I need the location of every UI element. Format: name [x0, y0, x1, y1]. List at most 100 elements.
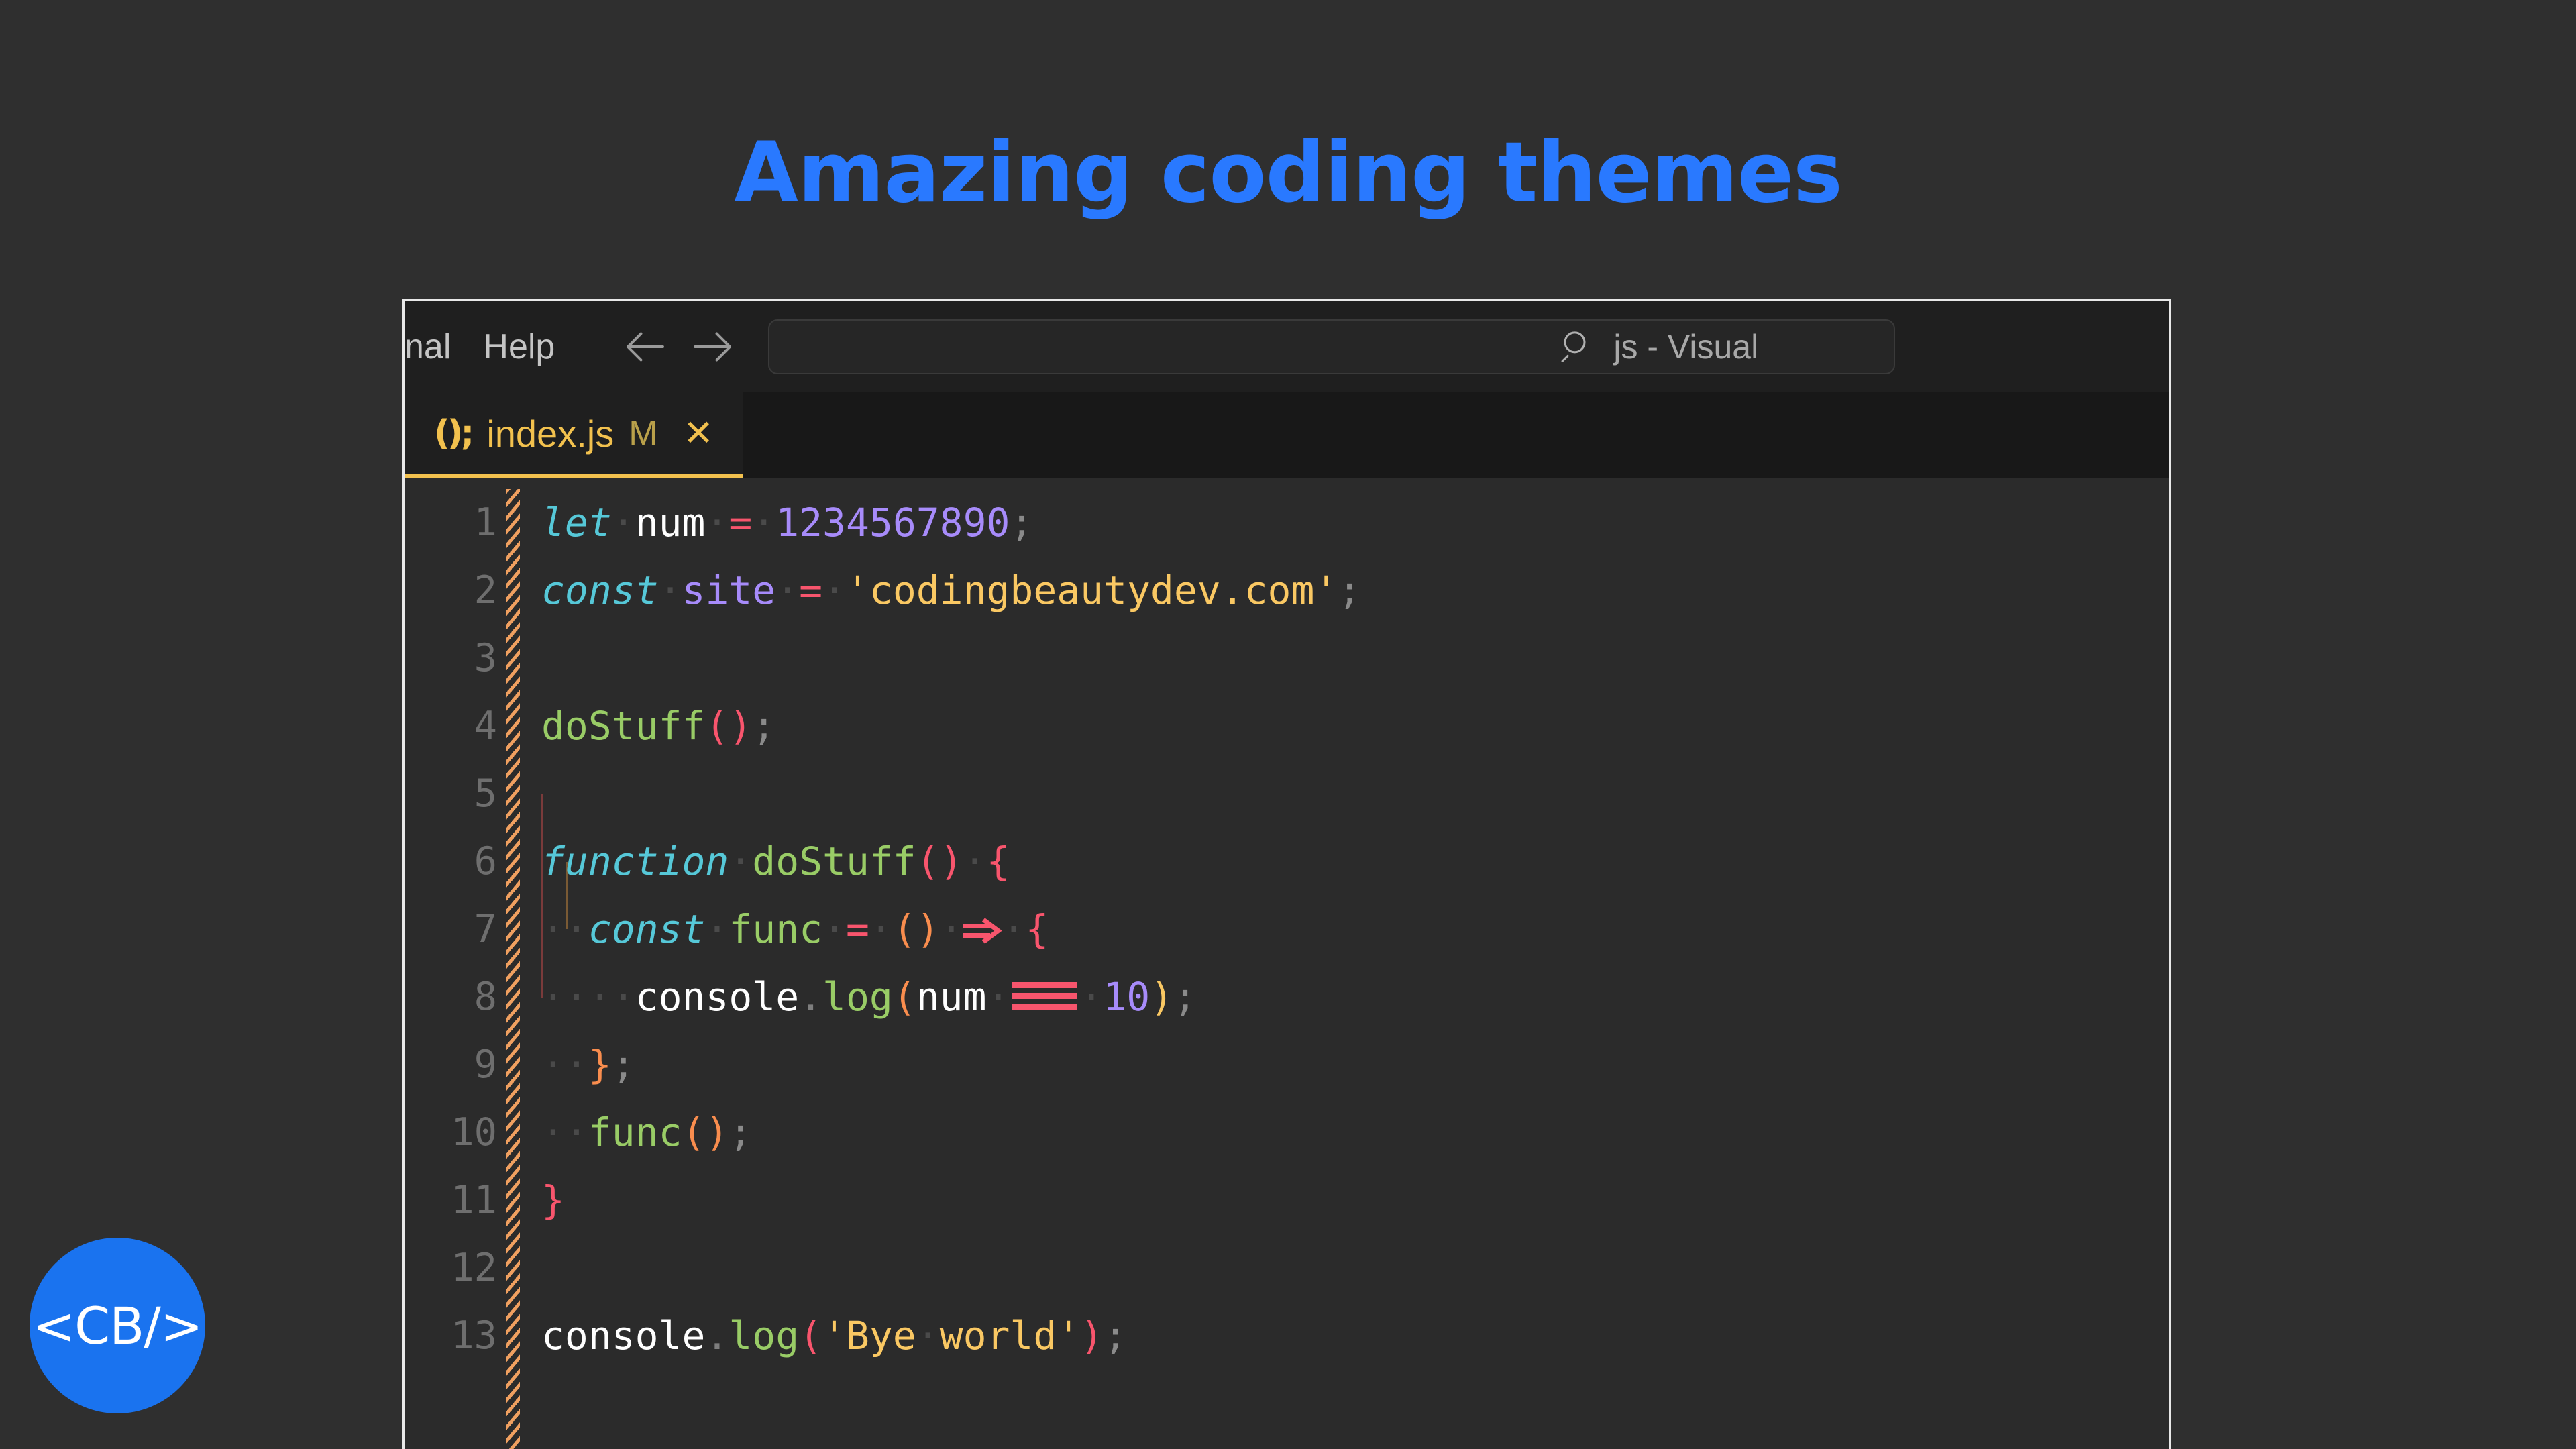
token-operator: =: [845, 906, 869, 952]
token-variable: num: [916, 974, 987, 1020]
token-semicolon: ;: [1010, 500, 1034, 545]
tab-modified-badge: M: [629, 414, 658, 453]
code-line: let·num·=·1234567890;: [541, 489, 2169, 557]
whitespace-dot: ·: [705, 500, 729, 545]
token-keyword: const: [541, 568, 659, 613]
menubar: nal Help: [405, 301, 571, 392]
whitespace-dot: ·: [775, 568, 800, 613]
token-paren-close: ): [916, 906, 940, 952]
command-center-text: js - Visual: [1613, 328, 1759, 366]
whitespace-dot: ·: [541, 1110, 565, 1155]
line-number: 13: [451, 1313, 497, 1358]
vscode-titlebar: nal Help js - Visual: [405, 301, 2169, 392]
token-keyword: function: [541, 839, 729, 884]
line-number: 4: [474, 704, 497, 748]
token-paren-open: (: [916, 839, 940, 884]
line-number: 1: [474, 500, 497, 545]
whitespace-dot: ·: [564, 906, 588, 952]
token-semicolon: ;: [1173, 974, 1197, 1020]
editor-tabstrip: (); index.js M ✕: [405, 392, 2169, 478]
whitespace-dot: ·: [564, 974, 588, 1020]
whitespace-dot: ·: [822, 568, 846, 613]
whitespace-dot: ·: [564, 1042, 588, 1087]
code-editor[interactable]: 1 2 3 4 5 6 7 8 9 10 11 12 13 let·num·=·…: [405, 478, 2169, 1449]
token-string: 'codingbeautydev.com': [845, 568, 1338, 613]
code-line: ··};: [541, 1031, 2169, 1099]
line-number: 7: [474, 907, 497, 951]
command-center[interactable]: js - Visual: [768, 319, 1896, 374]
whitespace-dot: ·: [611, 500, 635, 545]
whitespace-dot: ·: [611, 974, 635, 1020]
token-keyword: const: [588, 906, 706, 952]
line-number: 11: [451, 1178, 497, 1222]
token-paren-close: ): [1150, 974, 1174, 1020]
strict-equality-ligature: [1010, 981, 1079, 1012]
token-paren-open: (: [799, 1313, 823, 1358]
whitespace-dot: ·: [939, 906, 963, 952]
whitespace-dot: ·: [588, 974, 612, 1020]
token-paren-open: (: [892, 906, 916, 952]
tab-index-js[interactable]: (); index.js M ✕: [405, 392, 743, 478]
token-brace-open: {: [986, 839, 1010, 884]
token-brace-close: }: [541, 1177, 565, 1223]
token-paren-close: ): [939, 839, 963, 884]
navigation-arrows: [619, 321, 739, 373]
token-paren-open: (: [705, 703, 729, 749]
token-function: func: [588, 1110, 682, 1155]
page-title: Amazing coding themes: [734, 125, 1843, 221]
code-line: ··func();: [541, 1099, 2169, 1167]
line-number: 3: [474, 636, 497, 680]
token-semicolon: ;: [611, 1042, 635, 1087]
token-number: 10: [1103, 974, 1150, 1020]
arrow-left-icon[interactable]: [619, 321, 672, 373]
coding-beauty-logo: <CB/>: [30, 1238, 205, 1413]
whitespace-dot: ·: [869, 906, 893, 952]
token-brace-close: }: [588, 1042, 612, 1087]
whitespace-dot: ·: [729, 839, 753, 884]
code-line: }: [541, 1167, 2169, 1234]
line-number-gutter: 1 2 3 4 5 6 7 8 9 10 11 12 13: [405, 478, 506, 1449]
token-function: doStuff: [541, 703, 706, 749]
line-number: 12: [451, 1246, 497, 1290]
token-semicolon: ;: [1104, 1313, 1128, 1358]
js-file-icon: ();: [434, 413, 474, 453]
search-icon: [1558, 327, 1596, 368]
line-number: 5: [474, 771, 497, 816]
token-object: console: [635, 974, 800, 1020]
line-number: 9: [474, 1042, 497, 1087]
whitespace-dot: ·: [541, 906, 565, 952]
token-paren-close: ): [705, 1110, 729, 1155]
screenshot-root: Amazing coding themes <CB/> nal Help js …: [0, 0, 2576, 1449]
token-dot: .: [799, 974, 823, 1020]
fat-arrow-ligature: [963, 913, 1002, 949]
whitespace-dot: ·: [658, 568, 682, 613]
code-line: console.log('Bye·world');: [541, 1302, 2169, 1370]
command-center-content: js - Visual: [1558, 327, 1758, 368]
whitespace-dot: ·: [822, 906, 846, 952]
whitespace-dot: ·: [541, 974, 565, 1020]
menu-item-help[interactable]: Help: [467, 327, 571, 367]
token-semicolon: ;: [752, 703, 776, 749]
menu-item-terminal[interactable]: nal: [405, 327, 467, 367]
whitespace-dot: ·: [1002, 906, 1026, 952]
token-function: func: [729, 906, 823, 952]
token-object: console: [541, 1313, 706, 1358]
token-paren-open: (: [682, 1110, 706, 1155]
token-brace-open: {: [1025, 906, 1049, 952]
line-number: 6: [474, 839, 497, 883]
close-icon[interactable]: ✕: [684, 415, 714, 451]
token-paren-close: ): [729, 703, 753, 749]
token-variable: num: [635, 500, 706, 545]
code-line: ····console.log(num· ·10);: [541, 963, 2169, 1031]
code-content[interactable]: let·num·=·1234567890; const·site·=·'codi…: [506, 478, 2169, 1449]
arrow-right-icon[interactable]: [686, 321, 739, 373]
tab-label: index.js: [486, 412, 614, 455]
token-keyword: let: [541, 500, 612, 545]
token-operator: =: [729, 500, 753, 545]
token-variable: site: [682, 568, 776, 613]
token-string: 'Bye·world': [822, 1313, 1081, 1358]
token-method: log: [822, 974, 893, 1020]
whitespace-dot: ·: [963, 839, 987, 884]
